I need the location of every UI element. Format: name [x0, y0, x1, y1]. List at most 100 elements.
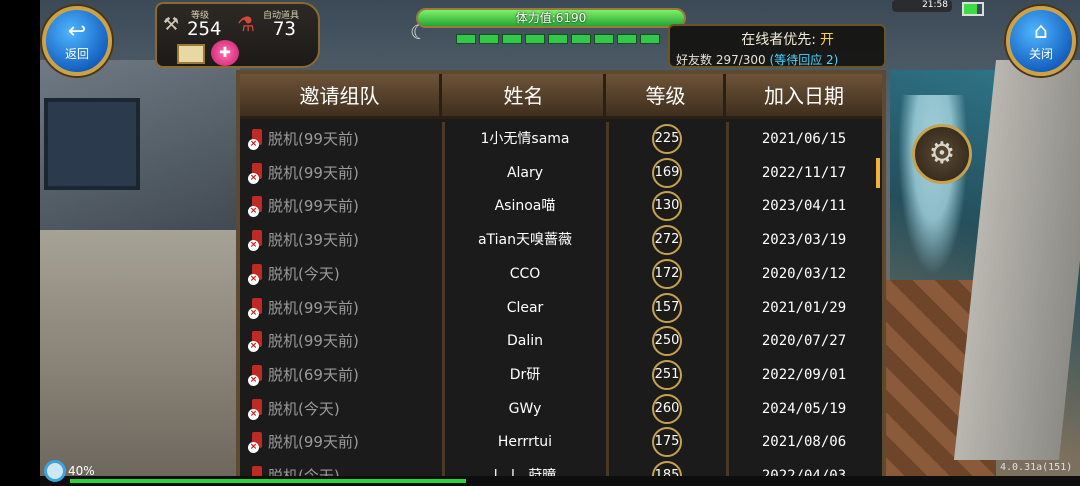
friend-level-badge: 272 — [652, 225, 682, 256]
gear-icon: ⚙ — [928, 136, 956, 171]
friend-row[interactable]: × 脱机(99天前) Alary 169 2022/11/17 — [240, 156, 876, 190]
friend-rows: × 脱机(99天前) 1小无情sama 225 2021/06/15 × 脱机(99天前) A… — [240, 122, 880, 486]
offline-phone-icon: × — [248, 162, 266, 184]
x-badge-icon: × — [248, 240, 259, 252]
id-card-icon[interactable] — [177, 44, 205, 64]
offline-phone-icon: × — [248, 432, 266, 454]
offline-status-text: 脱机(99天前) — [268, 433, 359, 452]
loading-indicator: 40% — [44, 460, 95, 482]
friend-row[interactable]: × 脱机(99天前) Clear 157 2021/01/29 — [240, 291, 876, 325]
friend-level-badge: 169 — [652, 157, 682, 188]
gift-icon[interactable]: ✚ — [211, 40, 239, 66]
potion-flask-icon: ⚗ — [237, 12, 255, 36]
friend-join-date: 2022/09/01 — [761, 366, 847, 383]
invite-status-cell[interactable]: × 脱机(99天前) — [248, 156, 359, 190]
offline-phone-icon: × — [248, 398, 266, 420]
stamina-text: 体力值:6190 — [515, 11, 587, 25]
player-info-panel: ⚒ 等级 254 ⚗ 自动道具 73 ✚ — [155, 2, 320, 68]
friend-name: Dr研 — [509, 366, 541, 383]
stamina-segment — [479, 34, 499, 44]
stamina-segment — [640, 34, 660, 44]
player-level-value: 254 — [187, 18, 222, 40]
friend-row[interactable]: × 脱机(99天前) Asinoa喵 130 2023/04/11 — [240, 189, 876, 223]
header-invite-team[interactable]: 邀请组队 — [240, 74, 442, 119]
friend-level-badge: 172 — [652, 258, 682, 289]
stamina-segment — [617, 34, 637, 44]
friend-row[interactable]: × 脱机(69天前) Dr研 251 2022/09/01 — [240, 358, 876, 392]
friend-level-badge: 157 — [652, 292, 682, 323]
invite-status-cell[interactable]: × 脱机(99天前) — [248, 189, 359, 223]
friend-name: 1小无情sama — [480, 131, 570, 147]
friend-count-line: 好友数 297/300 (等待回应 2) — [676, 51, 838, 68]
friend-join-date: 2021/01/29 — [761, 299, 847, 316]
friend-name: GWy — [508, 400, 542, 417]
back-arrow-icon: ↩ — [67, 18, 87, 44]
offline-phone-icon: × — [248, 230, 266, 252]
stamina-segment — [548, 34, 568, 44]
friend-name: aTian天嗅蔷薇 — [477, 232, 573, 249]
table-header: 邀请组队 姓名 等级 加入日期 — [240, 74, 882, 119]
friend-join-date: 2020/03/12 — [761, 265, 847, 282]
friend-count-value: 297/300 — [715, 53, 766, 67]
header-level[interactable]: 等级 — [608, 74, 726, 119]
invite-status-cell[interactable]: × 脱机(99天前) — [248, 324, 359, 358]
friend-row[interactable]: × 脱机(99天前) Dalin 250 2020/07/27 — [240, 324, 876, 358]
invite-status-cell[interactable]: × 脱机(99天前) — [248, 425, 359, 459]
invite-status-cell[interactable]: × 脱机(69天前) — [248, 358, 359, 392]
friend-row[interactable]: × 脱机(99天前) 1小无情sama 225 2021/06/15 — [240, 122, 876, 156]
friend-name: Dalin — [506, 333, 543, 350]
friend-join-date: 2023/04/11 — [761, 198, 847, 215]
close-button[interactable]: ⌂ 关闭 — [1006, 6, 1076, 76]
invite-status-cell[interactable]: × 脱机(今天) — [248, 257, 340, 291]
header-join-date[interactable]: 加入日期 — [728, 74, 880, 119]
stamina-segment — [594, 34, 614, 44]
offline-status-text: 脱机(99天前) — [268, 197, 359, 216]
x-badge-icon: × — [248, 442, 259, 454]
loading-progress — [70, 479, 466, 483]
friend-status-box[interactable]: 在线者优先: 开 好友数 297/300 (等待回应 2) — [668, 24, 886, 68]
battery-icon — [962, 2, 984, 16]
friend-join-date: 2020/07/27 — [761, 333, 847, 350]
friend-level-badge: 175 — [652, 427, 682, 458]
friend-level-badge: 250 — [652, 326, 682, 357]
x-badge-icon: × — [248, 341, 259, 353]
offline-status-text: 脱机(99天前) — [268, 130, 359, 148]
invite-status-cell[interactable]: × 脱机(99天前) — [248, 122, 359, 156]
home-icon: ⌂ — [1034, 18, 1048, 44]
loading-spinner-icon — [44, 460, 66, 482]
back-button[interactable]: ↩ 返回 — [42, 6, 112, 76]
invite-status-cell[interactable]: × 脱机(今天) — [248, 392, 340, 426]
offline-status-text: 脱机(69天前) — [268, 365, 359, 384]
invite-status-cell[interactable]: × 脱机(99天前) — [248, 291, 359, 325]
list-scrollbar[interactable] — [876, 158, 880, 188]
friend-list-panel: 邀请组队 姓名 等级 加入日期 × 脱机(99天前) 1小无情sama 225 2021… — [236, 70, 886, 486]
online-priority-value: 开 — [820, 32, 834, 48]
stamina-segment — [502, 34, 522, 44]
close-button-label: 关闭 — [1028, 46, 1053, 61]
pending-requests[interactable]: (等待回应 2) — [770, 53, 839, 67]
friend-count-label: 好友数 — [676, 53, 713, 67]
friend-row[interactable]: × 脱机(今天) GWy 260 2024/05/19 — [240, 392, 876, 426]
loading-percent: 40% — [68, 464, 95, 478]
offline-phone-icon: × — [248, 263, 266, 285]
stamina-segment — [571, 34, 591, 44]
friend-level-badge: 260 — [652, 393, 682, 424]
offline-phone-icon: × — [248, 297, 266, 319]
friend-row[interactable]: × 脱机(今天) CCO 172 2020/03/12 — [240, 257, 876, 291]
battery-level — [964, 4, 977, 14]
offline-status-text: 脱机(今天) — [268, 264, 340, 283]
offline-phone-icon: × — [248, 331, 266, 353]
friend-level-badge: 225 — [652, 124, 682, 154]
friend-row[interactable]: × 脱机(99天前) Herrrtui 175 2021/08/06 — [240, 425, 876, 459]
clock-display: 21:58 — [892, 0, 952, 12]
stamina-segment — [525, 34, 545, 44]
friend-row[interactable]: × 脱机(39天前) aTian天嗅蔷薇 272 2023/03/19 — [240, 223, 876, 257]
header-name[interactable]: 姓名 — [444, 74, 606, 119]
invite-status-cell[interactable]: × 脱机(39天前) — [248, 223, 359, 257]
friend-name: CCO — [509, 265, 541, 282]
friend-join-date: 2021/06/15 — [761, 131, 847, 147]
x-badge-icon: × — [248, 374, 259, 386]
settings-gear-button[interactable]: ⚙ — [912, 124, 972, 184]
friend-join-date: 2022/11/17 — [761, 164, 847, 181]
offline-status-text: 脱机(今天) — [268, 399, 340, 418]
